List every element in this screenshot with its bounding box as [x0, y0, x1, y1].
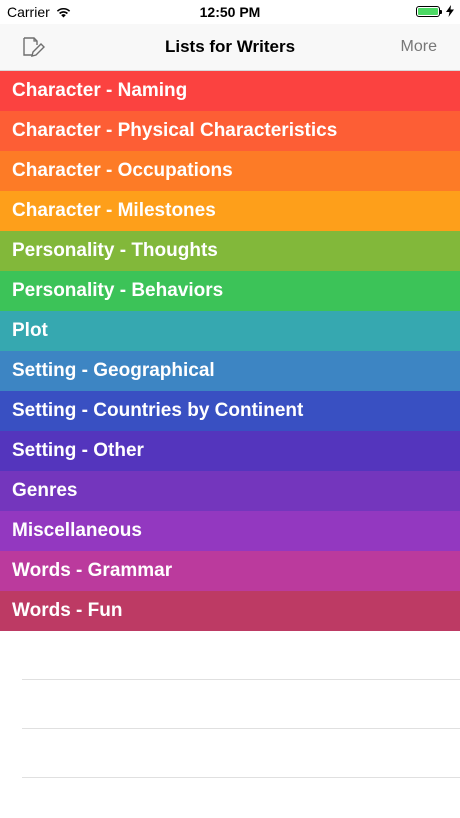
navigation-bar: Lists for Writers More	[0, 24, 460, 71]
category-list: Character - Naming Character - Physical C…	[0, 71, 460, 631]
status-time: 12:50 PM	[199, 4, 261, 20]
list-item[interactable]: Character - Naming	[0, 71, 460, 111]
list-item[interactable]: Genres	[0, 471, 460, 511]
list-item[interactable]: Setting - Other	[0, 431, 460, 471]
battery-level	[418, 7, 438, 15]
list-item[interactable]: Words - Grammar	[0, 551, 460, 591]
page-title: Lists for Writers	[164, 37, 296, 56]
list-item[interactable]: Miscellaneous	[0, 511, 460, 551]
list-item[interactable]: Personality - Behaviors	[0, 271, 460, 311]
status-right	[416, 5, 454, 17]
row-separator	[22, 728, 460, 729]
status-bar: Carrier 12:50 PM	[0, 0, 460, 24]
list-item[interactable]: Setting - Countries by Continent	[0, 391, 460, 431]
battery-icon	[416, 5, 442, 17]
list-item[interactable]: Personality - Thoughts	[0, 231, 460, 271]
list-item[interactable]: Setting - Geographical	[0, 351, 460, 391]
list-item[interactable]: Words - Fun	[0, 591, 460, 631]
row-separator	[22, 679, 460, 680]
list-item[interactable]: Character - Occupations	[0, 151, 460, 191]
more-button[interactable]: More	[401, 38, 437, 56]
list-item[interactable]: Plot	[0, 311, 460, 351]
row-separator	[22, 777, 460, 778]
list-item[interactable]: Character - Physical Characteristics	[0, 111, 460, 151]
list-item[interactable]: Character - Milestones	[0, 191, 460, 231]
app-screen: Carrier 12:50 PM Lists for Writers More …	[0, 0, 460, 818]
bolt-icon	[446, 5, 454, 17]
